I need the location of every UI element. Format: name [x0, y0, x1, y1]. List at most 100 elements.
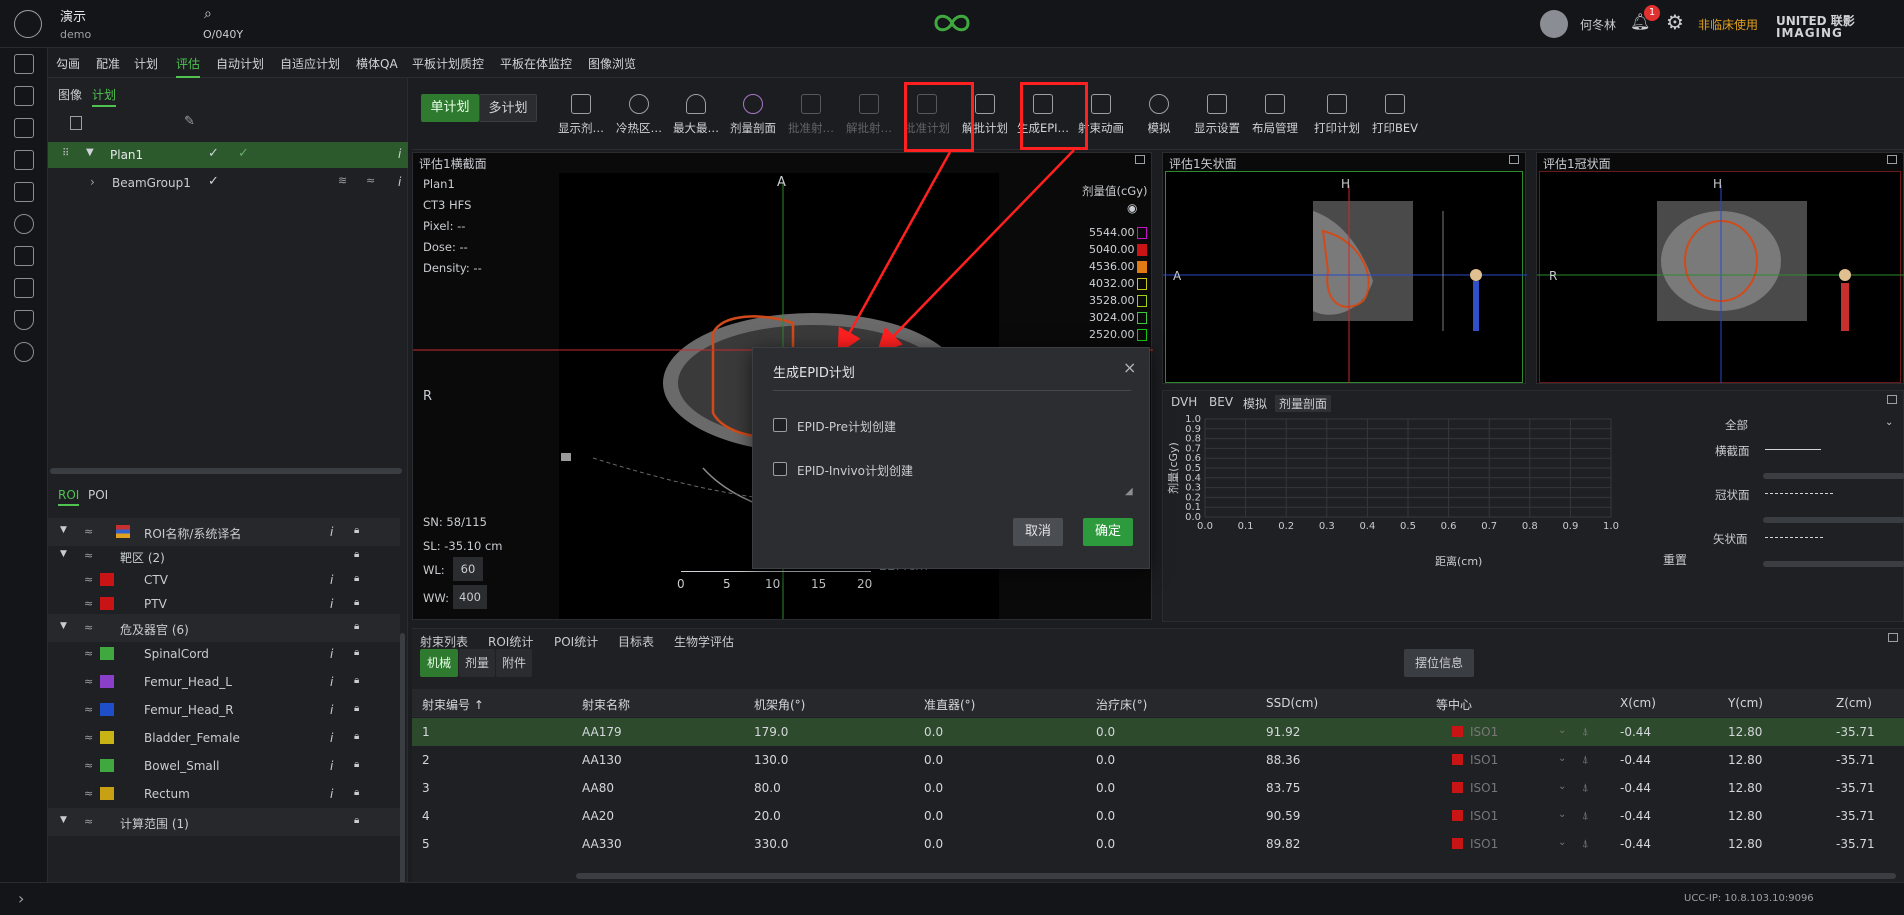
- col-beam-name[interactable]: 射束名称: [582, 696, 630, 713]
- tab-dose[interactable]: 剂量: [459, 649, 495, 677]
- plan-tree-row[interactable]: ⠿ ▼ Plan1 ✓ ✓ i: [48, 142, 408, 168]
- menu-image-browse[interactable]: 图像浏览: [588, 55, 636, 72]
- setup-info-button[interactable]: 摆位信息: [1404, 649, 1474, 677]
- roi-row-rectum[interactable]: ≈ Rectum i 🔒︎: [48, 780, 400, 808]
- show-dose-tool[interactable]: 显示剂…: [552, 94, 610, 136]
- roi-group-calc[interactable]: ▼ ≈ 计算范围 (1) 🔒︎: [48, 808, 400, 836]
- roi-row-spinalcord[interactable]: ≈ SpinalCord i 🔒︎: [48, 640, 400, 668]
- dose-level-row[interactable]: 4536.00: [1087, 259, 1147, 275]
- menu-evaluate[interactable]: 评估: [176, 55, 201, 78]
- tab-simulate[interactable]: 模拟: [1243, 395, 1267, 412]
- eye-hidden-icon[interactable]: ≋: [338, 174, 347, 187]
- info-icon[interactable]: i: [330, 647, 333, 661]
- close-icon[interactable]: ×: [1123, 358, 1136, 377]
- dose-level-row[interactable]: 2520.00: [1087, 327, 1147, 343]
- info-icon[interactable]: i: [398, 147, 401, 161]
- gear-icon[interactable]: ⚙: [1666, 10, 1684, 34]
- chevron-down-icon[interactable]: ⌄: [1885, 417, 1893, 428]
- roi-color-swatch[interactable]: [100, 647, 114, 660]
- multi-plan-button[interactable]: 多计划: [479, 94, 537, 122]
- col-collimator[interactable]: 准直器(°): [924, 696, 975, 713]
- roi-color-swatch[interactable]: [100, 787, 114, 800]
- lock-icon[interactable]: 🔒︎: [354, 647, 359, 658]
- menu-epid-invivo[interactable]: 平板在体监控: [500, 55, 572, 72]
- confirm-button[interactable]: 确定: [1083, 518, 1133, 546]
- roi-group-oar[interactable]: ▼ ≈ 危及器官 (6) 🔒︎: [48, 614, 400, 642]
- info-icon[interactable]: i: [330, 597, 333, 611]
- legend-scroll[interactable]: [1763, 517, 1904, 523]
- locate-icon[interactable]: ⍋: [1582, 725, 1589, 739]
- eye-icon[interactable]: ≈: [84, 573, 93, 586]
- chevron-down-icon[interactable]: ⌄: [1558, 837, 1566, 848]
- locate-icon[interactable]: ⍋: [1582, 753, 1589, 767]
- lock-icon[interactable]: 🔒︎: [354, 573, 359, 584]
- col-couch[interactable]: 治疗床(°): [1096, 696, 1147, 713]
- sagittal-view[interactable]: 评估1矢状面 H A: [1162, 152, 1527, 384]
- eye-icon[interactable]: ≈: [366, 174, 375, 187]
- home-icon[interactable]: [14, 54, 34, 74]
- roi-row-femur-head-l[interactable]: ≈ Femur_Head_L i 🔒︎: [48, 668, 400, 696]
- unapprove-beam-tool[interactable]: 解批射…: [840, 94, 898, 136]
- maximize-icon[interactable]: [1509, 155, 1519, 164]
- table-row[interactable]: 4 AA20 20.0 0.0 0.0 90.59 ISO1 ⌄ ⍋ -0.44…: [412, 802, 1904, 830]
- menu-adaptive-plan[interactable]: 自适应计划: [280, 55, 340, 72]
- tab-accessory[interactable]: 附件: [496, 649, 532, 677]
- roi-color-swatch[interactable]: [100, 731, 114, 744]
- simulate-tool[interactable]: 模拟: [1130, 94, 1188, 136]
- isocenter-select[interactable]: ISO1: [1470, 753, 1498, 767]
- menu-auto-plan[interactable]: 自动计划: [216, 55, 264, 72]
- print-bev-tool[interactable]: 打印BEV: [1366, 94, 1424, 136]
- eye-icon[interactable]: ≈: [84, 525, 93, 538]
- tab-dose-profile[interactable]: 剂量剖面: [1275, 395, 1332, 412]
- table-row[interactable]: 1 AA179 179.0 0.0 0.0 91.92 ISO1 ⌄ ⍋ -0.…: [412, 718, 1904, 746]
- eye-icon[interactable]: ≈: [84, 621, 93, 634]
- report-icon[interactable]: [14, 278, 34, 298]
- legend-scroll[interactable]: [1763, 561, 1904, 567]
- roi-row-femur-head-r[interactable]: ≈ Femur_Head_R i 🔒︎: [48, 696, 400, 724]
- profile-filter-all[interactable]: 全部: [1725, 417, 1748, 433]
- info-icon[interactable]: i: [330, 703, 333, 717]
- col-x[interactable]: X(cm): [1620, 696, 1656, 710]
- chevron-down-icon[interactable]: ⌄: [1558, 725, 1566, 736]
- dose-level-row[interactable]: 4032.00: [1087, 276, 1147, 292]
- eye-icon[interactable]: ≈: [84, 703, 93, 716]
- tab-bio-eval[interactable]: 生物学评估: [674, 633, 734, 650]
- tab-roi[interactable]: ROI: [58, 488, 80, 506]
- eye-icon[interactable]: ◉: [1127, 201, 1137, 215]
- table-row[interactable]: 2 AA130 130.0 0.0 0.0 88.36 ISO1 ⌄ ⍋ -0.…: [412, 746, 1904, 774]
- col-z[interactable]: Z(cm): [1836, 696, 1872, 710]
- legend-scroll[interactable]: [1763, 473, 1904, 479]
- expand-icon[interactable]: ›: [18, 889, 24, 908]
- layout-manager-tool[interactable]: 布局管理: [1246, 94, 1304, 136]
- chevron-down-icon[interactable]: ▼: [60, 815, 67, 825]
- epid-pre-checkbox[interactable]: [773, 418, 787, 432]
- chevron-down-icon[interactable]: ⌄: [1558, 809, 1566, 820]
- tab-target-table[interactable]: 目标表: [618, 633, 654, 650]
- max-min-tool[interactable]: 最大最…: [667, 94, 725, 136]
- locate-icon[interactable]: ⍋: [1582, 809, 1589, 823]
- document-icon[interactable]: [14, 150, 34, 170]
- lock-icon[interactable]: 🔒︎: [354, 787, 359, 798]
- table-row[interactable]: 5 AA330 330.0 0.0 0.0 89.82 ISO1 ⌄ ⍋ -0.…: [412, 830, 1904, 858]
- headset-icon[interactable]: [14, 214, 34, 234]
- maximize-icon[interactable]: [1887, 155, 1897, 164]
- maximize-icon[interactable]: [1887, 395, 1897, 404]
- tab-roi-stats[interactable]: ROI统计: [488, 633, 533, 650]
- coronal-view[interactable]: 评估1冠状面 H R: [1536, 152, 1904, 384]
- lock-icon[interactable]: 🔒︎: [354, 731, 359, 742]
- roi-color-swatch[interactable]: [100, 759, 114, 772]
- eye-icon[interactable]: ≈: [84, 787, 93, 800]
- menu-epid-plan-qc[interactable]: 平板计划质控: [412, 55, 484, 72]
- dose-profile-tool[interactable]: 剂量剖面: [724, 94, 782, 136]
- tab-beam-list[interactable]: 射束列表: [420, 633, 468, 650]
- roi-color-swatch[interactable]: [100, 597, 114, 610]
- roi-row-bladder[interactable]: ≈ Bladder_Female i 🔒︎: [48, 724, 400, 752]
- print-plan-tool[interactable]: 打印计划: [1308, 94, 1366, 136]
- copy-icon[interactable]: [14, 86, 34, 106]
- maximize-icon[interactable]: [1135, 155, 1145, 164]
- shield-icon[interactable]: [14, 310, 34, 330]
- tab-image[interactable]: 图像: [58, 86, 82, 103]
- eye-icon[interactable]: ≈: [84, 815, 93, 828]
- col-beam-number[interactable]: 射束编号 ↑: [422, 696, 484, 713]
- info-icon[interactable]: i: [330, 787, 333, 801]
